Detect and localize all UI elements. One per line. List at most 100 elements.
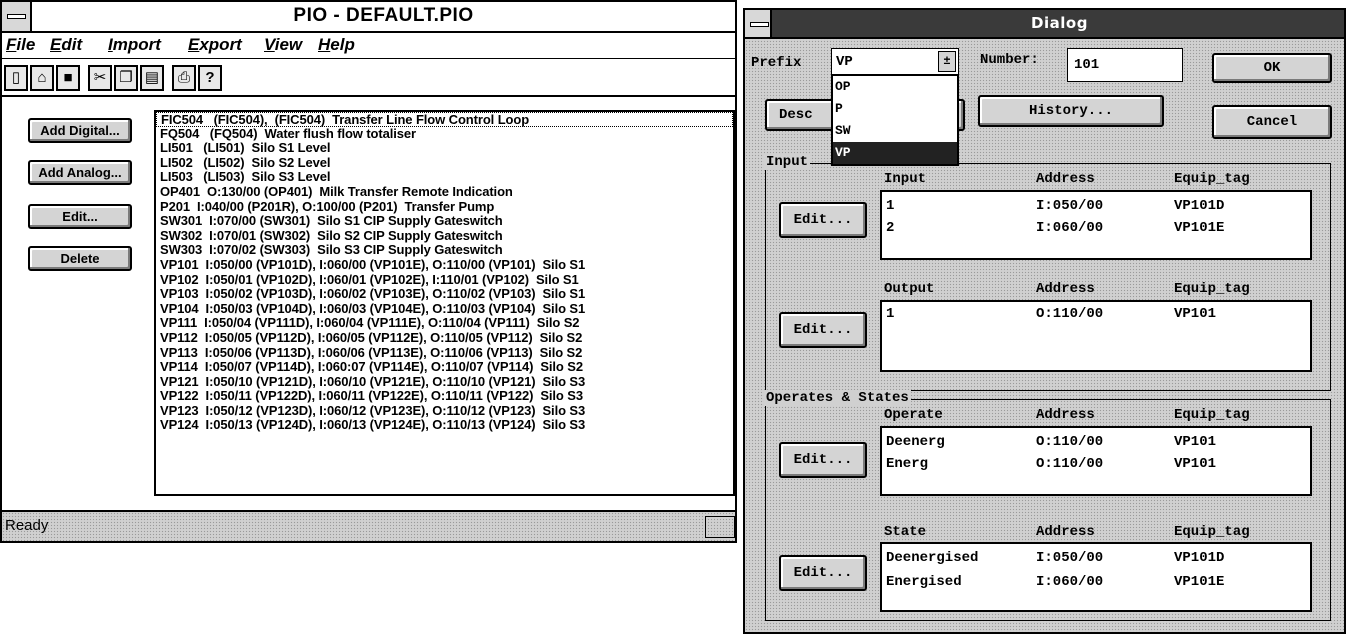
add-analog-button[interactable]: Add Analog... xyxy=(28,160,132,185)
list-item[interactable]: VP114 I:050/07 (VP114D), I:060:07 (VP114… xyxy=(156,359,733,375)
list-item[interactable]: P201 I:040/00 (P201R), O:100/00 (P201) T… xyxy=(156,199,733,215)
operates-states-group: Operates & States Operate Address Equip_… xyxy=(764,390,1331,621)
list-item[interactable]: OP401 O:130/00 (OP401) Milk Transfer Rem… xyxy=(156,184,733,200)
dropdown-arrow-icon[interactable]: ± xyxy=(938,51,956,72)
system-menu-button[interactable] xyxy=(2,2,32,31)
cut-icon[interactable]: ✂ xyxy=(88,65,112,91)
equip-tag-cell: VP101E xyxy=(1174,220,1225,236)
menu-view-label: iew xyxy=(274,35,303,54)
list-item[interactable]: VP102 I:050/01 (VP102D), I:060/01 (VP102… xyxy=(156,272,733,288)
list-item[interactable]: LI503 (LI503) Silo S3 Level xyxy=(156,170,733,185)
list-item[interactable]: VP101 I:050/00 (VP101D), I:060/00 (VP101… xyxy=(156,257,733,273)
cancel-button[interactable]: Cancel xyxy=(1212,105,1332,139)
list-item[interactable]: VP121 I:050/10 (VP121D), I:060/10 (VP121… xyxy=(156,374,733,390)
state-edit-button[interactable]: Edit... xyxy=(779,555,867,591)
list-item[interactable]: VP124 I:050/13 (VP124D), I:060/13 (VP124… xyxy=(156,418,733,433)
equip-tag-header: Equip_tag xyxy=(1174,407,1250,423)
menu-view-mnemonic: V xyxy=(264,35,275,54)
prefix-option[interactable]: SW xyxy=(833,120,957,142)
input-list[interactable]: 1 I:050/00 VP101D 2 I:060/00 VP101E xyxy=(880,190,1312,260)
delete-button[interactable]: Delete xyxy=(28,246,132,271)
menu-file[interactable]: File xyxy=(6,35,35,55)
menu-view[interactable]: View xyxy=(264,35,302,55)
menu-help[interactable]: Help xyxy=(318,35,355,55)
menu-export-mnemonic: E xyxy=(188,35,200,54)
menu-file-mnemonic: F xyxy=(6,35,17,54)
prefix-combo[interactable]: VP ± xyxy=(831,48,959,76)
history-button[interactable]: History... xyxy=(978,95,1164,127)
help-icon[interactable]: ? xyxy=(198,65,222,91)
equip-tag-header: Equip_tag xyxy=(1174,171,1250,187)
dialog-system-menu-button[interactable] xyxy=(745,10,772,37)
ok-button[interactable]: OK xyxy=(1212,53,1332,83)
list-item[interactable]: VP122 I:050/11 (VP122D), I:060/11 (VP122… xyxy=(156,389,733,404)
address-header: Address xyxy=(1036,281,1095,297)
address-header: Address xyxy=(1036,407,1095,423)
operate-edit-button[interactable]: Edit... xyxy=(779,442,867,478)
list-item[interactable]: SW301 I:070/00 (SW301) Silo S1 CIP Suppl… xyxy=(156,214,733,229)
number-value: 101 xyxy=(1074,57,1100,73)
list-item[interactable]: VP123 I:050/12 (VP123D), I:060/12 (VP123… xyxy=(156,403,733,419)
system-menu-icon xyxy=(750,22,769,27)
window-title: PIO - DEFAULT.PIO xyxy=(293,5,474,26)
number-label: Number: xyxy=(980,52,1039,68)
prefix-option[interactable]: P xyxy=(833,98,957,120)
dialog-title-bar: Dialog xyxy=(745,10,1344,39)
operate-header: Operate xyxy=(884,407,943,423)
state-list[interactable]: Deenergised I:050/00 VP101D Energised I:… xyxy=(880,542,1312,612)
system-menu-icon xyxy=(7,14,26,19)
number-field[interactable]: 101 xyxy=(1067,48,1183,82)
equip-tag-header: Equip_tag xyxy=(1174,524,1250,540)
pio-window: PIO - DEFAULT.PIO File Edit Import Expor… xyxy=(0,0,737,543)
prefix-dropdown-list[interactable]: OP P SW VP xyxy=(831,74,959,166)
address-cell: I:060/00 xyxy=(1036,574,1104,590)
save-icon[interactable]: ■ xyxy=(56,65,80,91)
output-edit-button[interactable]: Edit... xyxy=(779,312,867,348)
list-item[interactable]: VP113 I:050/06 (VP113D), I:060/06 (VP113… xyxy=(156,345,733,361)
dialog-title: Dialog xyxy=(1031,14,1088,32)
list-item[interactable]: VP104 I:050/03 (VP104D), I:060/03 (VP104… xyxy=(156,301,733,317)
copy-icon[interactable]: ❐ xyxy=(114,65,138,91)
equip-tag-cell: VP101 xyxy=(1174,306,1217,322)
input-cell: 2 xyxy=(886,220,895,236)
list-item[interactable]: FIC504 (FIC504), (FIC504) Transfer Line … xyxy=(156,112,733,127)
menu-import-label: mport xyxy=(112,35,161,54)
address-header: Address xyxy=(1036,524,1095,540)
paste-icon[interactable]: ▤ xyxy=(140,65,164,91)
state-cell: Deenergised xyxy=(886,550,979,566)
status-bar: Ready xyxy=(2,510,735,541)
add-digital-button[interactable]: Add Digital... xyxy=(28,118,132,143)
prefix-option[interactable]: OP xyxy=(833,76,957,98)
address-cell: I:050/00 xyxy=(1036,550,1104,566)
list-item[interactable]: VP111 I:050/04 (VP111D), I:060/04 (VP111… xyxy=(156,316,733,331)
list-item[interactable]: SW302 I:070/01 (SW302) Silo S2 CIP Suppl… xyxy=(156,228,733,244)
input-edit-button[interactable]: Edit... xyxy=(779,202,867,238)
state-header: State xyxy=(884,524,927,540)
prefix-option-selected[interactable]: VP xyxy=(833,142,957,164)
equip-tag-cell: VP101D xyxy=(1174,198,1225,214)
menu-bar: File Edit Import Export View Help xyxy=(2,33,735,59)
list-item[interactable]: LI502 (LI502) Silo S2 Level xyxy=(156,155,733,171)
edit-button[interactable]: Edit... xyxy=(28,204,132,229)
operate-list[interactable]: Deenerg O:110/00 VP101 Energ O:110/00 VP… xyxy=(880,426,1312,496)
equip-tag-cell: VP101D xyxy=(1174,550,1225,566)
open-folder-icon[interactable]: ⌂ xyxy=(30,65,54,91)
menu-import[interactable]: Import xyxy=(108,35,161,55)
menu-export[interactable]: Export xyxy=(188,35,242,55)
address-cell: I:050/00 xyxy=(1036,198,1104,214)
list-item[interactable]: SW303 I:070/02 (SW303) Silo S3 CIP Suppl… xyxy=(156,243,733,258)
equip-tag-cell: VP101 xyxy=(1174,434,1217,450)
operates-states-group-title: Operates & States xyxy=(764,390,911,406)
print-icon[interactable]: ⎙ xyxy=(172,65,196,91)
tag-list[interactable]: FIC504 (FIC504), (FIC504) Transfer Line … xyxy=(154,110,735,496)
output-list[interactable]: 1 O:110/00 VP101 xyxy=(880,300,1312,372)
list-item[interactable]: FQ504 (FQ504) Water flush flow totaliser xyxy=(156,126,733,142)
operate-cell: Energ xyxy=(886,456,929,472)
new-file-icon[interactable]: ▯ xyxy=(4,65,28,91)
list-item[interactable]: VP103 I:050/02 (VP103D), I:060/02 (VP103… xyxy=(156,287,733,302)
menu-edit[interactable]: Edit xyxy=(50,35,82,55)
equip-tag-cell: VP101E xyxy=(1174,574,1225,590)
address-cell: O:110/00 xyxy=(1036,434,1104,450)
list-item[interactable]: VP112 I:050/05 (VP112D), I:060/05 (VP112… xyxy=(156,330,733,346)
list-item[interactable]: LI501 (LI501) Silo S1 Level xyxy=(156,141,733,156)
